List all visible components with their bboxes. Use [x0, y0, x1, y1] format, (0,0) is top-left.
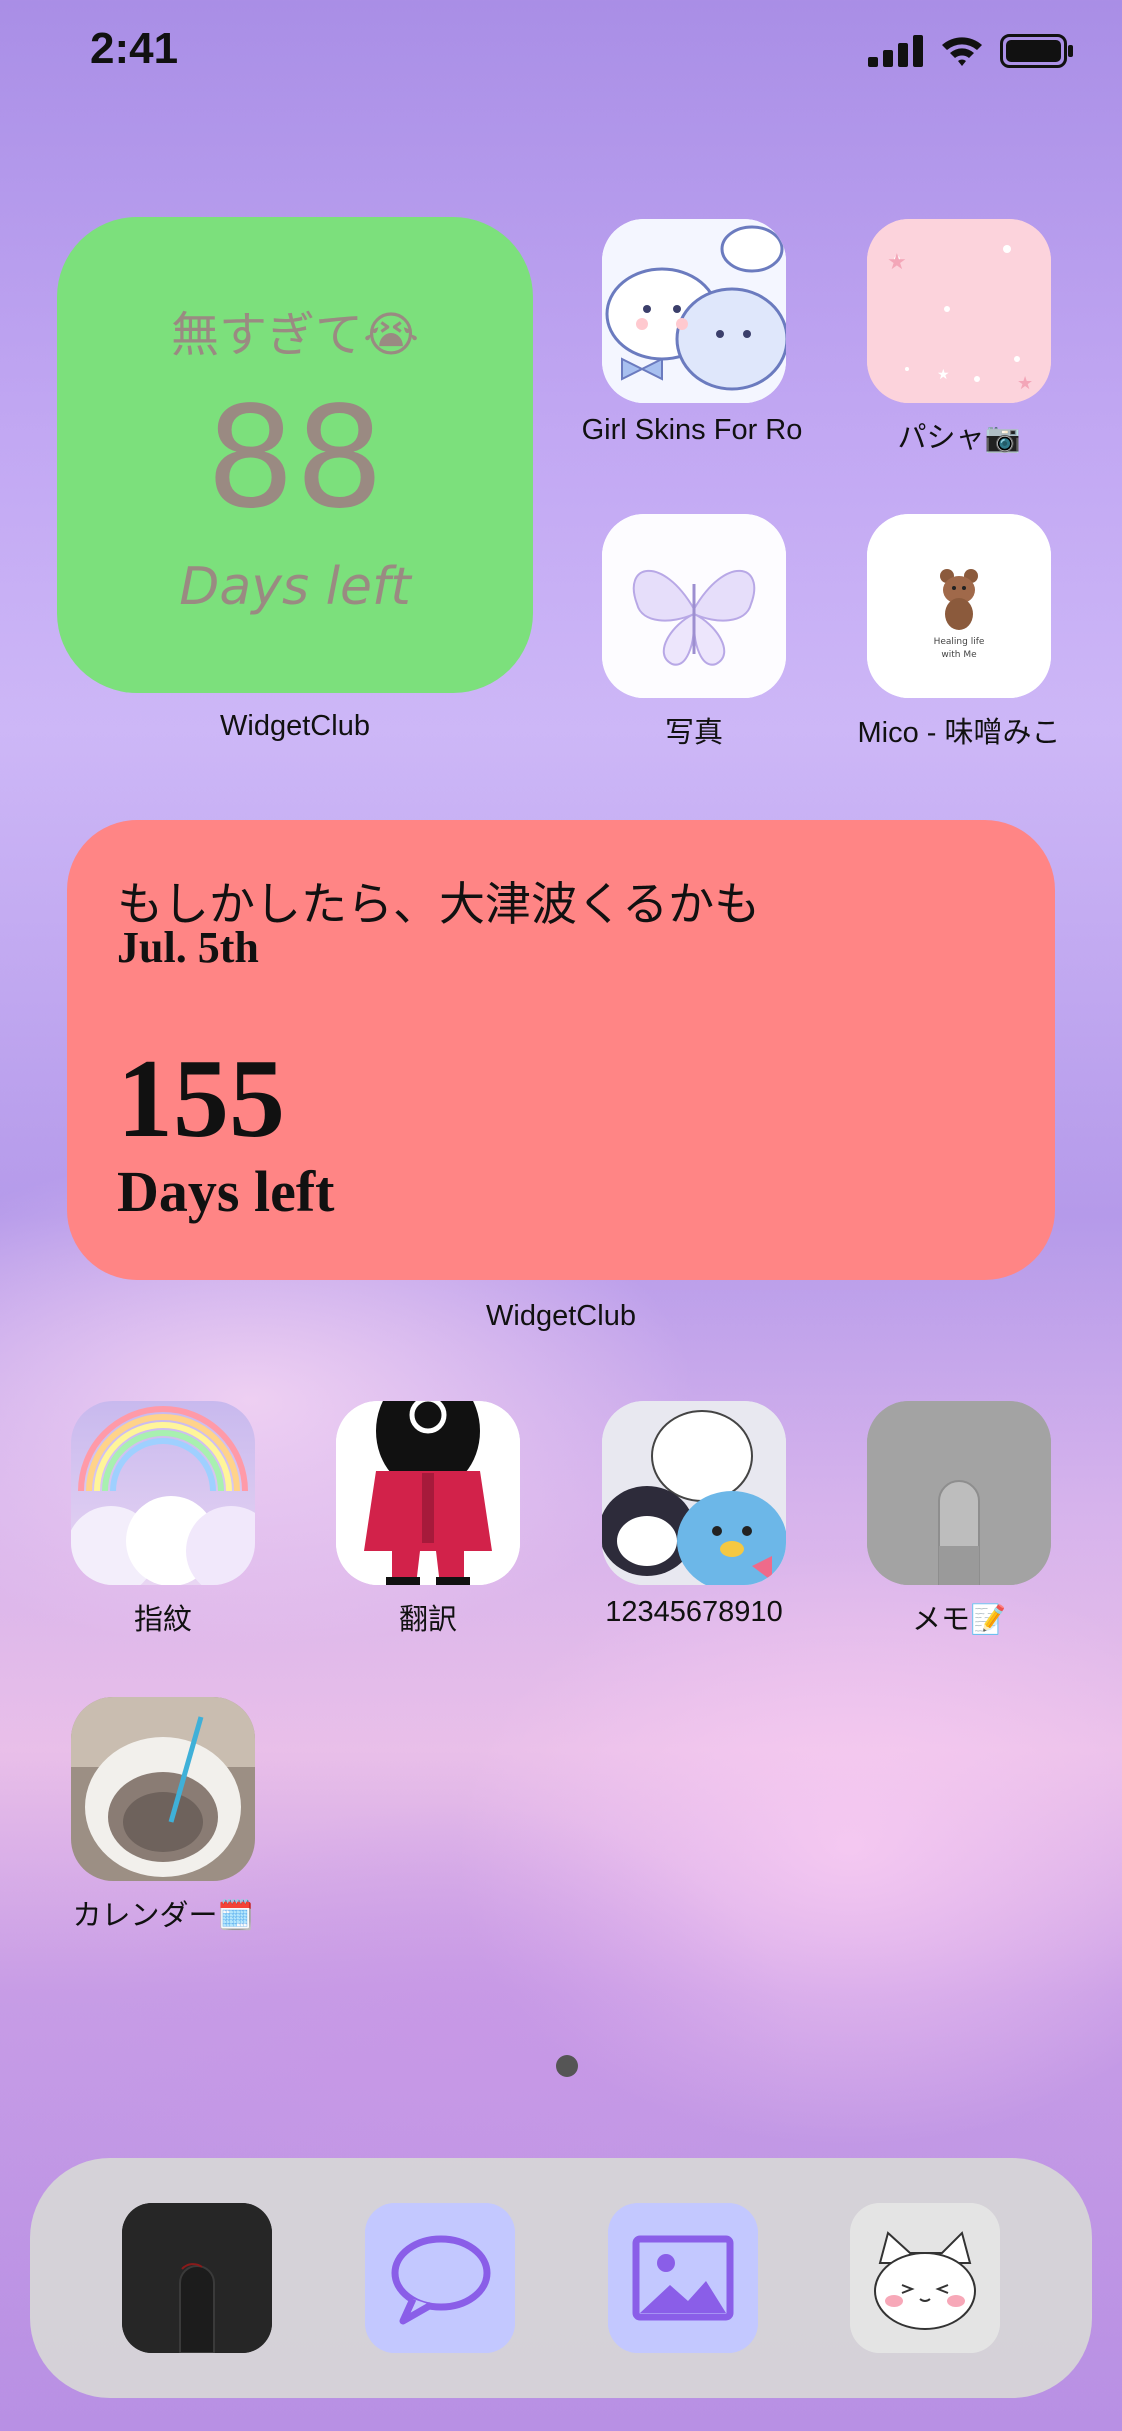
- svg-text:★: ★: [1017, 373, 1033, 394]
- app-translate[interactable]: [336, 1401, 520, 1585]
- app-label: Girl Skins For Ro: [581, 414, 803, 446]
- phone-icon: [122, 2203, 272, 2353]
- widget-caption: Days left: [179, 557, 411, 617]
- cat-icon: [850, 2203, 1000, 2353]
- app-fingerprint[interactable]: [71, 1401, 255, 1585]
- app-label: Mico - 味噌みこ: [857, 717, 1061, 749]
- countdown-widget-green[interactable]: 無すぎて😭 88 Days left: [57, 217, 533, 693]
- app-girl-skins[interactable]: [602, 219, 786, 403]
- app-calendar[interactable]: [71, 1697, 255, 1881]
- memo-icon: [867, 1401, 1051, 1585]
- status-icons: [868, 34, 1074, 68]
- wifi-icon: [942, 37, 982, 66]
- widget-label: WidgetClub: [220, 710, 370, 742]
- widget-day-count: 155: [117, 1037, 285, 1161]
- pasha-icon: ★ ★ ★: [867, 219, 1051, 403]
- widget-day-count: 88: [205, 377, 385, 540]
- widget-date: Jul. 5th: [117, 923, 259, 972]
- mico-icon-text-2: with Me: [941, 650, 977, 660]
- widget-title: 無すぎて😭: [170, 307, 420, 363]
- app-label: 翻訳: [398, 1604, 457, 1636]
- dock-app-messages[interactable]: [365, 2203, 515, 2353]
- dock-app-photos[interactable]: [608, 2203, 758, 2353]
- page-indicator-dot[interactable]: [556, 2055, 578, 2077]
- app-label: パシャ📷: [897, 422, 1021, 454]
- app-memo[interactable]: [867, 1401, 1051, 1585]
- app-label: 指紋: [133, 1604, 192, 1636]
- svg-text:★: ★: [937, 367, 950, 383]
- coffee-cup-icon: [71, 1697, 255, 1881]
- rainbow-cloud-icon: [71, 1401, 255, 1585]
- status-bar: 2:41: [0, 0, 1122, 110]
- svg-text:★: ★: [887, 250, 907, 275]
- app-12345678910[interactable]: [602, 1401, 786, 1585]
- app-pasha[interactable]: ★ ★ ★: [867, 219, 1051, 403]
- battery-icon: [1000, 34, 1073, 68]
- app-photos[interactable]: [602, 514, 786, 698]
- speech-bubble-icon: [365, 2203, 515, 2353]
- status-time: 2:41: [90, 24, 179, 73]
- app-label: 12345678910: [605, 1596, 783, 1628]
- butterfly-icon: [602, 514, 786, 698]
- sanrio-characters-icon: [602, 1401, 786, 1585]
- dock-app-cat[interactable]: [850, 2203, 1000, 2353]
- bear-icon: Healing life with Me: [867, 514, 1051, 698]
- dock: [30, 2158, 1092, 2398]
- widget-label: WidgetClub: [486, 1300, 636, 1332]
- dock-app-phone[interactable]: [122, 2203, 272, 2353]
- countdown-widget-red[interactable]: もしかしたら、大津波くるかも Jul. 5th 155 Days left: [67, 820, 1055, 1280]
- cellular-signal-icon: [868, 35, 923, 67]
- app-label: メモ📝: [911, 1604, 1007, 1636]
- app-mico[interactable]: Healing life with Me: [867, 514, 1051, 698]
- image-icon: [608, 2203, 758, 2353]
- squid-game-guard-icon: [336, 1401, 520, 1585]
- app-label: 写真: [664, 717, 723, 749]
- widget-caption: Days left: [117, 1159, 335, 1224]
- girl-skins-icon: [602, 219, 786, 403]
- mico-icon-text-1: Healing life: [934, 637, 985, 647]
- app-label: カレンダー🗓️: [72, 1900, 254, 1932]
